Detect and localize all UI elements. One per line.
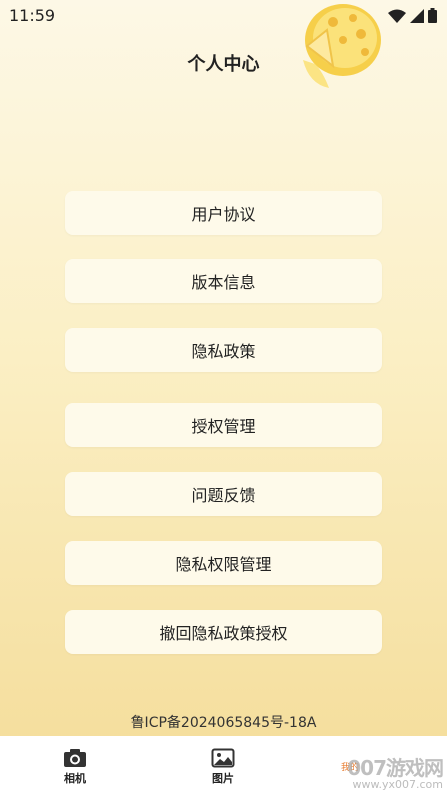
nav-tab-pictures-label: 图片 (212, 772, 234, 785)
picture-icon (211, 748, 235, 768)
icp-filing-number[interactable]: 鲁ICP备2024065845号-18A (0, 712, 447, 732)
battery-icon (428, 8, 437, 23)
page-title: 个人中心 (187, 54, 260, 75)
menu-item-privacy-permissions[interactable]: 隐私权限管理 (65, 541, 382, 585)
menu-item-revoke-privacy-consent[interactable]: 撤回隐私政策授权 (65, 610, 382, 654)
menu-item-feedback[interactable]: 问题反馈 (65, 472, 382, 516)
status-icons (388, 8, 437, 23)
signal-icon (410, 8, 424, 23)
status-time: 11:59 (9, 6, 56, 25)
menu-item-privacy-policy[interactable]: 隐私政策 (65, 328, 382, 372)
menu-item-version-info[interactable]: 版本信息 (65, 259, 382, 303)
camera-icon (64, 749, 86, 767)
watermark-url: www.yx007.com (352, 778, 443, 791)
nav-tab-pictures[interactable]: 图片 (193, 748, 253, 786)
cheese-illustration (303, 4, 381, 88)
nav-tab-camera-label: 相机 (64, 772, 86, 785)
nav-tab-camera[interactable]: 相机 (45, 748, 105, 786)
menu-item-user-agreement[interactable]: 用户协议 (65, 191, 382, 235)
menu-item-authorization-management[interactable]: 授权管理 (65, 403, 382, 447)
site-watermark: 我的 007游戏网 www.yx007.com (333, 742, 444, 794)
watermark-logo: 007游戏网 (347, 756, 444, 780)
wifi-icon (388, 9, 406, 23)
